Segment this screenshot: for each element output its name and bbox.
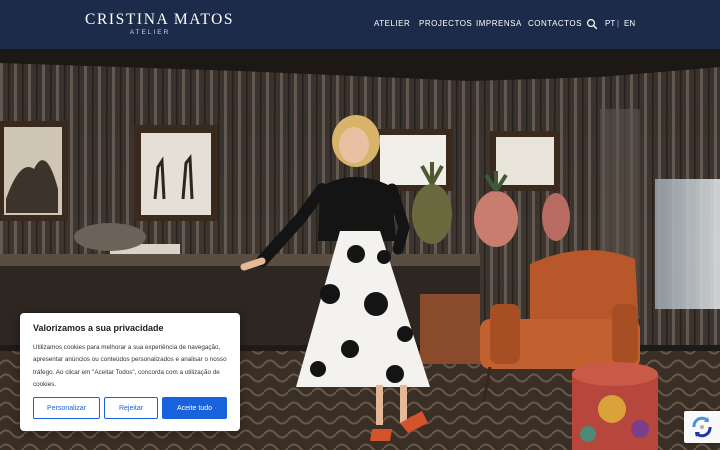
brand-logo[interactable]: CRISTINA MATOS ATELIER — [85, 11, 235, 37]
cookie-text: Utilizamos cookies para melhorar a sua e… — [33, 344, 227, 388]
brand-name: CRISTINA MATOS — [85, 11, 235, 28]
nav-item-imprensa[interactable]: IMPRENSA — [476, 19, 522, 28]
nav-item-contactos[interactable]: CONTACTOS — [528, 19, 582, 28]
brand-subtitle: ATELIER — [129, 29, 171, 36]
nav-item-projectos[interactable]: PROJECTOS — [419, 19, 472, 28]
lang-en-link[interactable]: EN — [624, 19, 635, 28]
cookie-consent-banner: Valorizamos a sua privacidade Utilizamos… — [20, 313, 240, 431]
lang-pt-link[interactable]: PT — [605, 19, 615, 28]
cookie-reject-button[interactable]: Rejeitar — [104, 397, 158, 419]
cookie-customize-button[interactable]: Personalizar — [33, 397, 100, 419]
lang-separator: | — [617, 19, 620, 28]
site-header: CRISTINA MATOS ATELIER ATELIER PROJECTOS… — [0, 0, 720, 49]
search-icon[interactable] — [586, 17, 598, 30]
cookie-accept-button[interactable]: Aceite tudo — [162, 397, 227, 419]
cookie-title: Valorizamos a sua privacidade — [33, 323, 164, 333]
nav-item-atelier[interactable]: ATELIER — [374, 19, 410, 28]
recaptcha-badge[interactable] — [684, 411, 720, 443]
recaptcha-icon — [692, 416, 712, 438]
cookie-buttons: Personalizar Rejeitar Aceite tudo — [33, 397, 227, 419]
